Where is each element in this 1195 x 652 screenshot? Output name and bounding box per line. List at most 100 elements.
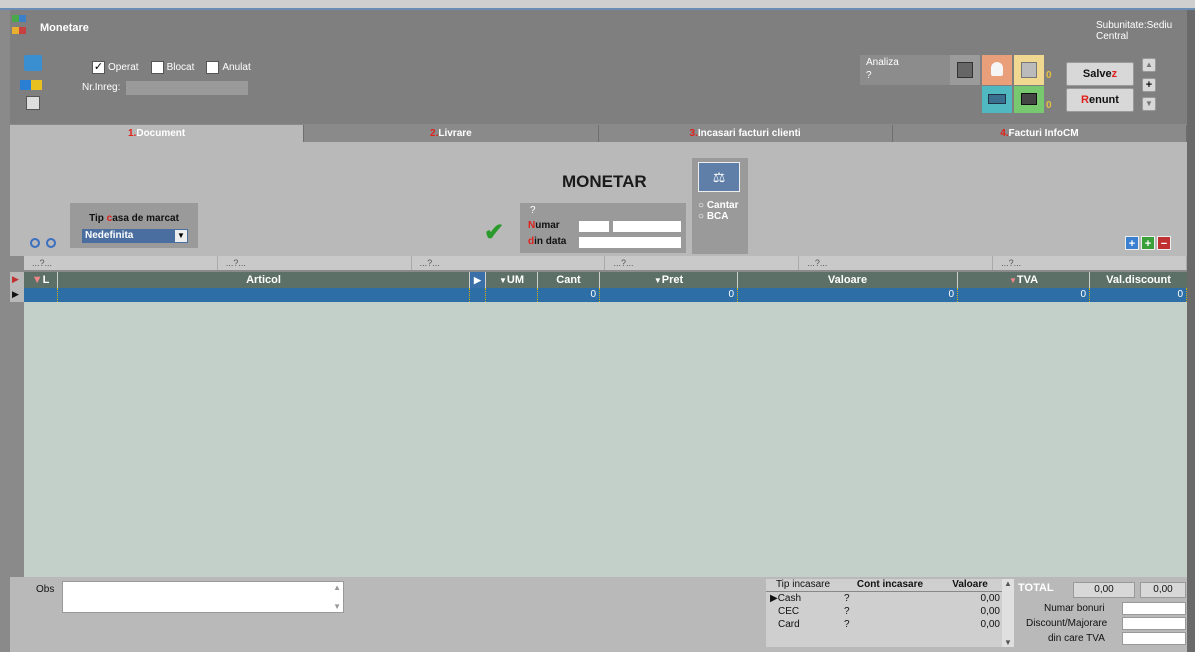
column-header-articol[interactable]: Articol: [58, 272, 470, 288]
payment-row[interactable]: CEC? 0,00: [766, 605, 1014, 618]
payment-scrollbar[interactable]: ▲ ▼: [1002, 579, 1014, 647]
grid-body[interactable]: [24, 302, 1187, 577]
document-number-q: ?: [530, 205, 536, 216]
save-button-label: Salve: [1082, 68, 1112, 80]
nr-inreg-label: Nr.Inreg:: [82, 82, 121, 93]
table-cell[interactable]: 0: [600, 288, 738, 302]
payment-tip: Cash: [777, 593, 802, 604]
filter-field[interactable]: ...?...: [605, 256, 800, 270]
add-row-icon[interactable]: +: [1125, 236, 1139, 250]
filter-field[interactable]: ...?...: [412, 256, 606, 270]
scroll-up-button[interactable]: ▲: [1142, 58, 1156, 72]
grid-icon[interactable]: [1014, 55, 1044, 85]
calculator-icon[interactable]: [950, 55, 980, 85]
checkbox-operat[interactable]: ✓ Operat: [92, 61, 139, 74]
checkbox-anulat-label: Anulat: [222, 62, 251, 73]
expand-icon[interactable]: ▶: [470, 272, 486, 288]
table-cell[interactable]: [24, 288, 58, 302]
payment-header-cont: Cont incasare: [856, 579, 924, 590]
print-icon[interactable]: [20, 80, 42, 90]
chevron-down-icon[interactable]: ▼: [175, 230, 187, 242]
checkbox-blocat-label: Blocat: [166, 62, 195, 73]
keyboard-icon[interactable]: [982, 86, 1012, 113]
total-value-b: 0,00: [1140, 582, 1186, 598]
nr-inreg-field[interactable]: [126, 81, 248, 95]
column-um-label: UM: [506, 274, 525, 286]
save-button[interactable]: Salvez: [1066, 62, 1134, 86]
tab-livrare[interactable]: 2.Livrare: [304, 125, 599, 142]
table-cell[interactable]: 0: [538, 288, 600, 302]
status-checkboxes: ✓ Operat Blocat Anulat: [92, 61, 251, 74]
column-header-um[interactable]: ▼UM: [486, 272, 538, 288]
table-row[interactable]: 0 0 0 0 0: [24, 288, 1187, 302]
search-advanced-icon[interactable]: [46, 238, 56, 248]
payment-valoare: 0,00: [980, 619, 1000, 630]
scroll-down-icon[interactable]: ▼: [333, 602, 341, 611]
checkbox-operat-box[interactable]: ✓: [92, 61, 105, 74]
column-header-pret[interactable]: ▼Pret: [600, 272, 738, 288]
filter-field[interactable]: ...?...: [799, 256, 994, 270]
radio-bca[interactable]: ○ BCA: [698, 211, 739, 222]
analiza-value: ?: [866, 70, 872, 81]
numar-series-input[interactable]: [578, 220, 610, 233]
din-care-tva-field[interactable]: [1122, 632, 1186, 645]
cash-register-type-select[interactable]: Nedefinita ▼: [82, 229, 188, 243]
payment-tip: CEC: [778, 606, 800, 617]
window-title: Monetare: [40, 22, 89, 34]
table-cell[interactable]: [58, 288, 470, 302]
filter-field[interactable]: ...?...: [993, 256, 1187, 270]
column-header-l[interactable]: ▼L: [24, 272, 58, 288]
din-data-label: din data: [528, 236, 566, 247]
payment-row[interactable]: ▶Cash? 0,00: [766, 592, 1014, 605]
scroll-down-button[interactable]: ▼: [1142, 97, 1156, 111]
cash-register-type-value: Nedefinita: [85, 230, 134, 241]
din-data-input[interactable]: [578, 236, 682, 249]
chevron-down-icon[interactable]: ▼: [1002, 638, 1014, 647]
column-header-cant[interactable]: Cant: [538, 272, 600, 288]
tab-document[interactable]: 1.Document: [10, 125, 305, 142]
numar-label: Numar: [528, 220, 560, 231]
payment-row[interactable]: Card? 0,00: [766, 618, 1014, 631]
filter-field[interactable]: ...?...: [24, 256, 218, 270]
checkbox-anulat-box[interactable]: [206, 61, 220, 74]
column-header-valoare[interactable]: Valoare: [738, 272, 958, 288]
payment-cont: ?: [844, 593, 850, 604]
home-icon[interactable]: [24, 55, 42, 71]
tab-facturi-infocm[interactable]: 4.Facturi InfoCM: [893, 125, 1187, 142]
total-label: TOTAL: [1018, 582, 1054, 594]
cash-type-label-a: Tip: [89, 213, 107, 224]
column-header-val-discount[interactable]: Val.discount: [1090, 272, 1187, 288]
checkbox-blocat[interactable]: Blocat: [150, 61, 195, 74]
cancel-button[interactable]: Renunt: [1066, 88, 1134, 112]
tab-facturi-label: Facturi InfoCM: [1008, 128, 1079, 139]
insert-row-icon[interactable]: +: [1141, 236, 1155, 250]
upload-icon[interactable]: [26, 96, 40, 110]
radio-cantar[interactable]: ○ Cantar: [698, 200, 739, 211]
folder-icon[interactable]: [1014, 86, 1044, 113]
delete-row-icon[interactable]: −: [1157, 236, 1171, 250]
checkbox-blocat-box[interactable]: [150, 61, 164, 74]
scroll-up-icon[interactable]: ▲: [333, 583, 341, 592]
table-cell[interactable]: 0: [1090, 288, 1187, 302]
discount-field[interactable]: [1122, 617, 1186, 630]
scale-icon[interactable]: ⚖: [698, 162, 740, 192]
radio-bca-label: BCA: [706, 211, 729, 222]
table-cell[interactable]: 0: [958, 288, 1090, 302]
filter-field[interactable]: ...?...: [218, 256, 412, 270]
payment-valoare: 0,00: [980, 606, 1000, 617]
lightbulb-icon[interactable]: [982, 55, 1012, 85]
numar-bonuri-field[interactable]: [1122, 602, 1186, 615]
column-header-tva[interactable]: ▼TVA: [958, 272, 1090, 288]
right-border: [1187, 10, 1195, 652]
checkbox-anulat[interactable]: Anulat: [206, 61, 251, 74]
tab-incasari[interactable]: 3.Incasari facturi clienti: [599, 125, 893, 142]
payment-header-valoare: Valoare: [952, 579, 988, 590]
numar-input[interactable]: [612, 220, 682, 233]
table-cell[interactable]: 0: [738, 288, 958, 302]
page-title: MONETAR: [562, 172, 647, 191]
search-icon[interactable]: [30, 238, 40, 248]
obs-textarea[interactable]: ▲ ▼: [62, 581, 344, 613]
add-button[interactable]: +: [1142, 78, 1156, 92]
analiza-box[interactable]: Analiza ?: [860, 55, 952, 85]
table-cell[interactable]: [486, 288, 538, 302]
